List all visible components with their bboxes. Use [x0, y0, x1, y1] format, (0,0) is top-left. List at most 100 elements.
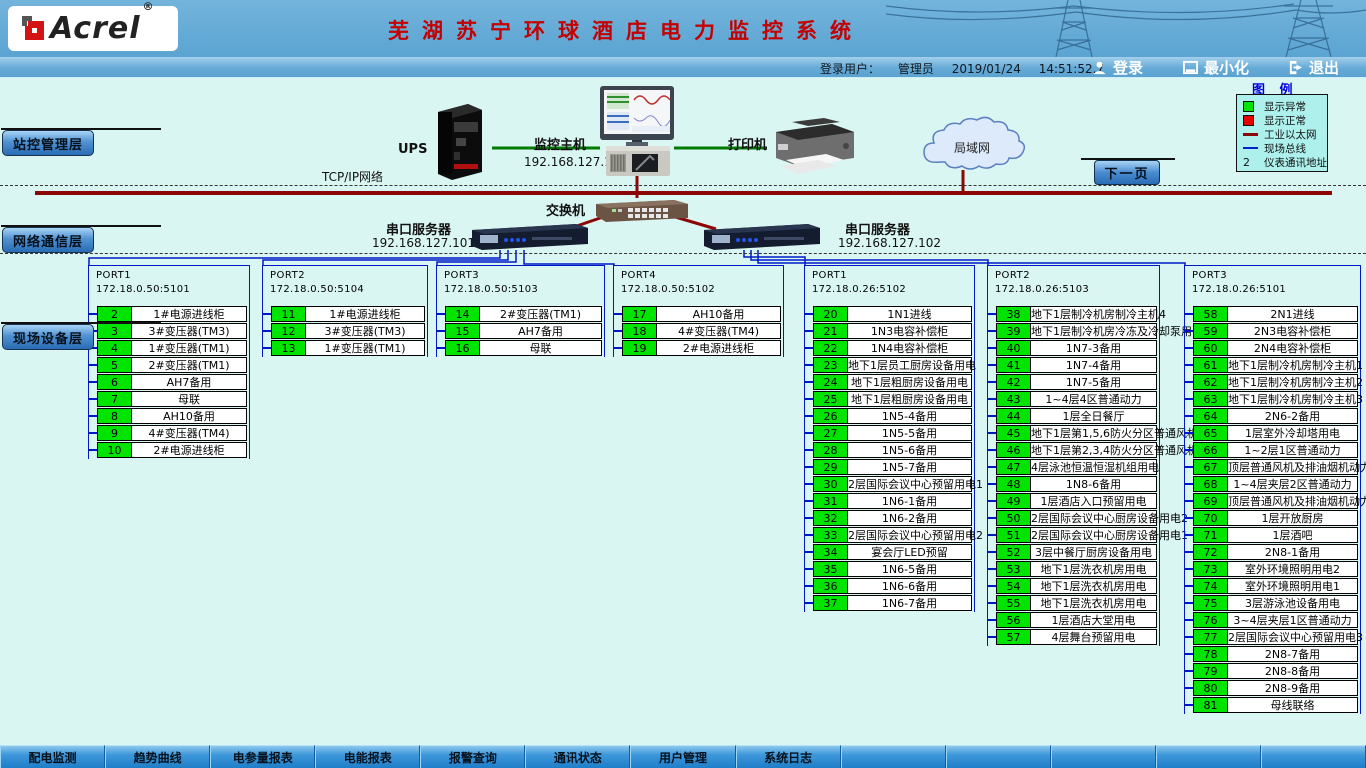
device-row[interactable]: 512层国际会议中心厨房设备用电1: [996, 527, 1157, 543]
device-row[interactable]: 39地下1层制冷机房冷冻及冷却泵用电: [996, 323, 1157, 339]
device-row[interactable]: 302层国际会议中心预留用电1: [813, 476, 972, 492]
device-row[interactable]: 69顶层普通风机及排油烟机动力用电2: [1193, 493, 1358, 509]
device-row[interactable]: 184#变压器(TM4): [622, 323, 781, 339]
device-row[interactable]: 271N5-5备用: [813, 425, 972, 441]
device-row[interactable]: 441层全日餐厅: [996, 408, 1157, 424]
next-page-button[interactable]: 下一页: [1094, 160, 1160, 185]
device-row[interactable]: 651层室外冷却塔用电: [1193, 425, 1358, 441]
device-row[interactable]: 681~4层夹层2区普通动力: [1193, 476, 1358, 492]
device-row[interactable]: 351N6-5备用: [813, 561, 972, 577]
device-row[interactable]: 38地下1层制冷机房制冷主机4: [996, 306, 1157, 322]
device-row[interactable]: 491层酒店入口预留用电: [996, 493, 1157, 509]
device-address-badge: 23: [814, 358, 848, 372]
device-row[interactable]: 753层游泳池设备用电: [1193, 595, 1358, 611]
nav-item-5[interactable]: 报警查询: [420, 745, 525, 768]
exit-button[interactable]: 退出: [1288, 58, 1339, 77]
device-row[interactable]: 7母联: [97, 391, 247, 407]
device-label: 宴会厅LED预留: [848, 545, 971, 559]
device-row[interactable]: 17AH10备用: [622, 306, 781, 322]
device-row[interactable]: 8AH10备用: [97, 408, 247, 424]
minimize-button[interactable]: 最小化: [1183, 58, 1249, 77]
device-row[interactable]: 602N4电容补偿柜: [1193, 340, 1358, 356]
nav-item-6[interactable]: 通讯状态: [525, 745, 630, 768]
device-row[interactable]: 772层国际会议中心预留用电3: [1193, 629, 1358, 645]
device-row[interactable]: 582N1进线: [1193, 306, 1358, 322]
device-row[interactable]: 74室外环境照明用电1: [1193, 578, 1358, 594]
device-row[interactable]: 701层开放厨房: [1193, 510, 1358, 526]
device-row[interactable]: 592N3电容补偿柜: [1193, 323, 1358, 339]
device-row[interactable]: 782N8-7备用: [1193, 646, 1358, 662]
device-row[interactable]: 73室外环境照明用电2: [1193, 561, 1358, 577]
device-row[interactable]: 16母联: [445, 340, 602, 356]
device-row[interactable]: 61地下1层制冷机房制冷主机1: [1193, 357, 1358, 373]
device-row[interactable]: 54地下1层洗衣机房用电: [996, 578, 1157, 594]
nav-item-1[interactable]: 配电监测: [0, 745, 105, 768]
device-label: 1N5-4备用: [848, 409, 971, 423]
login-button[interactable]: 登录: [1092, 58, 1143, 77]
device-row[interactable]: 502层国际会议中心厨房设备用电2: [996, 510, 1157, 526]
device-row[interactable]: 311N6-1备用: [813, 493, 972, 509]
device-row[interactable]: 332层国际会议中心预留用电2: [813, 527, 972, 543]
device-row[interactable]: 221N4电容补偿柜: [813, 340, 972, 356]
device-row[interactable]: 431~4层4区普通动力: [996, 391, 1157, 407]
device-row[interactable]: 34宴会厅LED预留: [813, 544, 972, 560]
nav-item-8[interactable]: 系统日志: [736, 745, 841, 768]
device-row[interactable]: 24地下1层粗厨房设备用电: [813, 374, 972, 390]
nav-item-4[interactable]: 电能报表: [315, 745, 420, 768]
device-row[interactable]: 123#变压器(TM3): [271, 323, 425, 339]
device-row[interactable]: 62地下1层制冷机房制冷主机2: [1193, 374, 1358, 390]
device-row[interactable]: 131#变压器(TM1): [271, 340, 425, 356]
device-row[interactable]: 574层舞台预留用电: [996, 629, 1157, 645]
device-row[interactable]: 661~2层1区普通动力: [1193, 442, 1358, 458]
device-row[interactable]: 94#变压器(TM4): [97, 425, 247, 441]
device-row[interactable]: 411N7-4备用: [996, 357, 1157, 373]
device-row[interactable]: 102#电源进线柜: [97, 442, 247, 458]
device-row[interactable]: 53地下1层洗衣机房用电: [996, 561, 1157, 577]
device-row[interactable]: 474层泳池恒温恒湿机组用电: [996, 459, 1157, 475]
device-row[interactable]: 401N7-3备用: [996, 340, 1157, 356]
device-row[interactable]: 81母线联络: [1193, 697, 1358, 713]
device-row[interactable]: 45地下1层第1,5,6防火分区普通风机动力: [996, 425, 1157, 441]
device-row[interactable]: 41#变压器(TM1): [97, 340, 247, 356]
device-row[interactable]: 25地下1层粗厨房设备用电: [813, 391, 972, 407]
device-row[interactable]: 211N3电容补偿柜: [813, 323, 972, 339]
device-row[interactable]: 371N6-7备用: [813, 595, 972, 611]
device-row[interactable]: 421N7-5备用: [996, 374, 1157, 390]
minimize-icon: [1183, 60, 1198, 75]
device-row[interactable]: 561层酒店大堂用电: [996, 612, 1157, 628]
device-row[interactable]: 63地下1层制冷机房制冷主机3: [1193, 391, 1358, 407]
nav-item-7[interactable]: 用户管理: [630, 745, 735, 768]
device-row[interactable]: 321N6-2备用: [813, 510, 972, 526]
device-row[interactable]: 361N6-6备用: [813, 578, 972, 594]
device-row[interactable]: 481N8-6备用: [996, 476, 1157, 492]
nav-item-3[interactable]: 电参量报表: [210, 745, 315, 768]
device-row[interactable]: 67顶层普通风机及排油烟机动力用电1: [1193, 459, 1358, 475]
device-row[interactable]: 722N8-1备用: [1193, 544, 1358, 560]
device-row[interactable]: 642N6-2备用: [1193, 408, 1358, 424]
device-row[interactable]: 281N5-6备用: [813, 442, 972, 458]
device-row[interactable]: 523层中餐厅厨房设备用电: [996, 544, 1157, 560]
device-address-badge: 8: [98, 409, 132, 423]
device-row[interactable]: 792N8-8备用: [1193, 663, 1358, 679]
device-row[interactable]: 33#变压器(TM3): [97, 323, 247, 339]
device-row[interactable]: 711层酒吧: [1193, 527, 1358, 543]
device-row[interactable]: 192#电源进线柜: [622, 340, 781, 356]
device-row[interactable]: 55地下1层洗衣机房用电: [996, 595, 1157, 611]
device-row[interactable]: 261N5-4备用: [813, 408, 972, 424]
device-row[interactable]: 111#电源进线柜: [271, 306, 425, 322]
device-address-badge: 59: [1194, 324, 1228, 338]
device-row[interactable]: 291N5-7备用: [813, 459, 972, 475]
device-label: 4层舞台预留用电: [1031, 630, 1156, 644]
device-row[interactable]: 802N8-9备用: [1193, 680, 1358, 696]
device-row[interactable]: 6AH7备用: [97, 374, 247, 390]
device-row[interactable]: 201N1进线: [813, 306, 972, 322]
device-row[interactable]: 46地下1层第2,3,4防火分区普通风机动力: [996, 442, 1157, 458]
device-row[interactable]: 23地下1层员工厨房设备用电: [813, 357, 972, 373]
nav-item-2[interactable]: 趋势曲线: [105, 745, 210, 768]
device-row[interactable]: 763~4层夹层1区普通动力: [1193, 612, 1358, 628]
device-row[interactable]: 21#电源进线柜: [97, 306, 247, 322]
device-row[interactable]: 142#变压器(TM1): [445, 306, 602, 322]
device-row[interactable]: 15AH7备用: [445, 323, 602, 339]
device-row[interactable]: 52#变压器(TM1): [97, 357, 247, 373]
device-address-badge: 73: [1194, 562, 1228, 576]
